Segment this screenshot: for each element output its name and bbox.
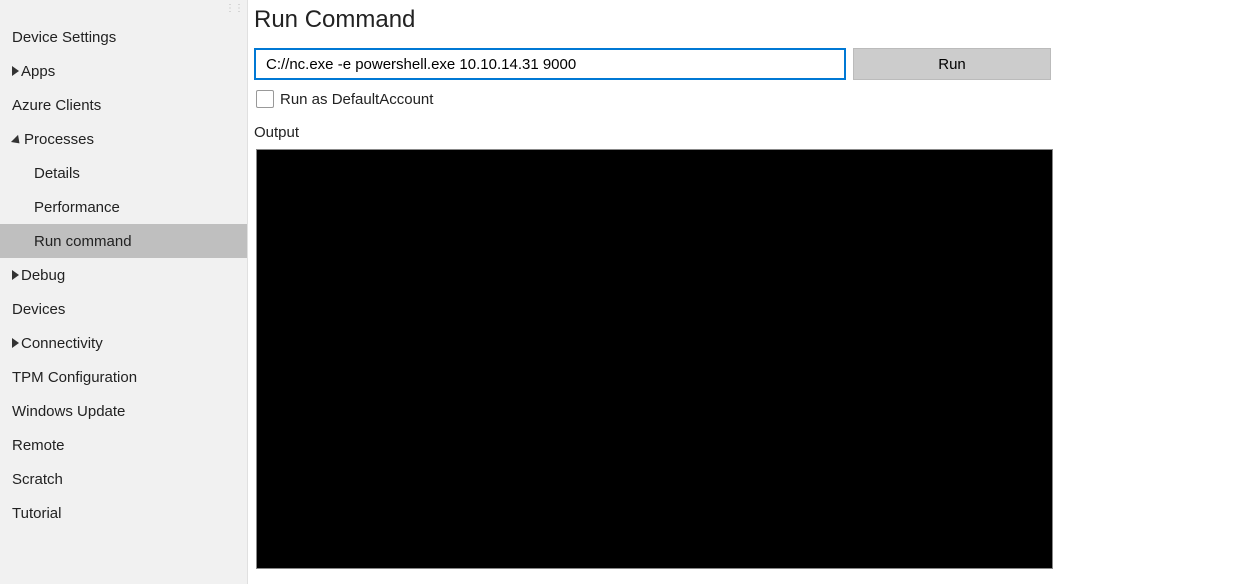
sidebar-item-run-command[interactable]: Run command bbox=[0, 224, 247, 258]
sidebar-item-label: Run command bbox=[34, 233, 132, 250]
default-account-checkbox-row: Run as DefaultAccount bbox=[256, 90, 1248, 108]
sidebar-item-remote[interactable]: Remote bbox=[0, 428, 247, 462]
sidebar-item-label: TPM Configuration bbox=[12, 369, 137, 386]
main-content: Run Command Run Run as DefaultAccount Ou… bbox=[248, 0, 1248, 584]
output-label: Output bbox=[254, 124, 1248, 141]
sidebar-item-azure-clients[interactable]: Azure Clients bbox=[0, 88, 247, 122]
command-input[interactable] bbox=[254, 48, 846, 80]
sidebar-item-label: Device Settings bbox=[12, 29, 116, 46]
sidebar-item-label: Details bbox=[34, 165, 80, 182]
chevron-right-icon bbox=[12, 338, 19, 348]
sidebar-item-devices[interactable]: Devices bbox=[0, 292, 247, 326]
sidebar-item-debug[interactable]: Debug bbox=[0, 258, 247, 292]
sidebar-item-label: Devices bbox=[12, 301, 65, 318]
sidebar-item-label: Debug bbox=[21, 267, 65, 284]
sidebar-item-tpm-configuration[interactable]: TPM Configuration bbox=[0, 360, 247, 394]
sidebar-item-label: Connectivity bbox=[21, 335, 103, 352]
default-account-checkbox-label: Run as DefaultAccount bbox=[280, 91, 433, 108]
sidebar: ⋮⋮ Device Settings Apps Azure Clients Proce… bbox=[0, 0, 248, 584]
output-terminal[interactable] bbox=[256, 149, 1053, 569]
sidebar-item-tutorial[interactable]: Tutorial bbox=[0, 496, 247, 530]
sidebar-item-label: Processes bbox=[24, 131, 94, 148]
sidebar-item-scratch[interactable]: Scratch bbox=[0, 462, 247, 496]
sidebar-item-connectivity[interactable]: Connectivity bbox=[0, 326, 247, 360]
run-button[interactable]: Run bbox=[853, 48, 1051, 80]
sidebar-item-label: Tutorial bbox=[12, 505, 61, 522]
page-title: Run Command bbox=[254, 6, 1248, 34]
sidebar-item-label: Azure Clients bbox=[12, 97, 101, 114]
sidebar-item-label: Apps bbox=[21, 63, 55, 80]
sidebar-item-label: Windows Update bbox=[12, 403, 125, 420]
sidebar-item-apps[interactable]: Apps bbox=[0, 54, 247, 88]
sidebar-item-label: Remote bbox=[12, 437, 65, 454]
sidebar-item-label: Performance bbox=[34, 199, 120, 216]
default-account-checkbox[interactable] bbox=[256, 90, 274, 108]
chevron-right-icon bbox=[12, 270, 19, 280]
command-row: Run bbox=[254, 48, 1248, 80]
sidebar-item-details[interactable]: Details bbox=[0, 156, 247, 190]
gripper-icon: ⋮⋮ bbox=[225, 4, 243, 14]
chevron-down-icon bbox=[11, 134, 23, 146]
sidebar-item-performance[interactable]: Performance bbox=[0, 190, 247, 224]
chevron-right-icon bbox=[12, 66, 19, 76]
sidebar-item-device-settings[interactable]: Device Settings bbox=[0, 20, 247, 54]
sidebar-item-windows-update[interactable]: Windows Update bbox=[0, 394, 247, 428]
sidebar-item-processes[interactable]: Processes bbox=[0, 122, 247, 156]
sidebar-item-label: Scratch bbox=[12, 471, 63, 488]
